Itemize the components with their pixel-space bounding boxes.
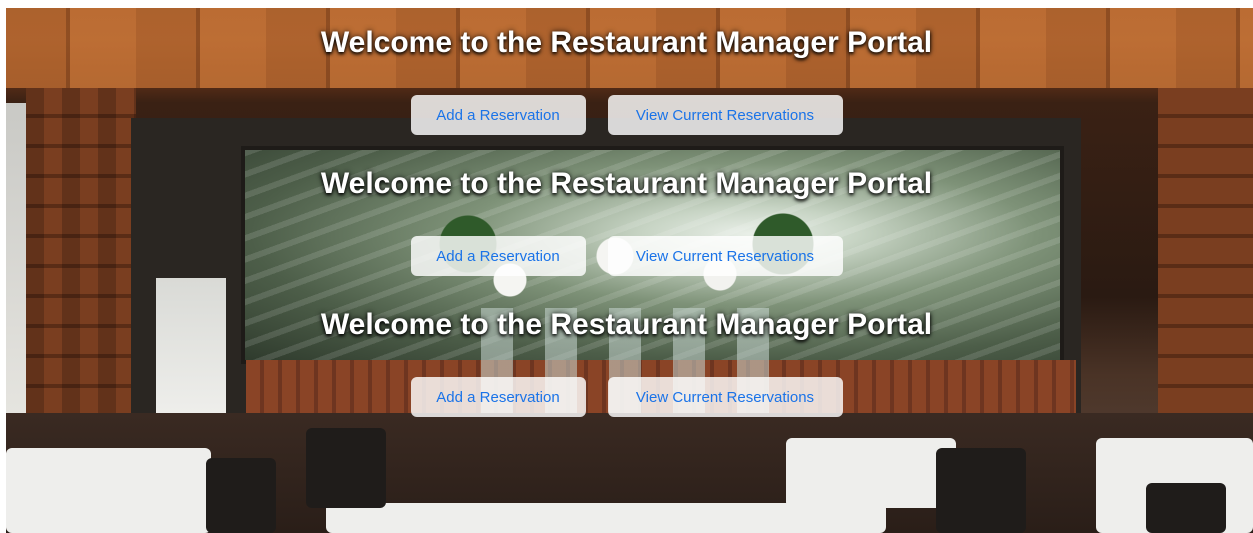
add-reservation-button[interactable]: Add a Reservation: [410, 95, 586, 135]
dining-table: [786, 438, 956, 508]
dining-chair: [306, 428, 386, 508]
view-reservations-button[interactable]: View Current Reservations: [607, 236, 843, 276]
action-buttons-3: Add a Reservation View Current Reservati…: [0, 377, 1253, 417]
dining-table: [6, 448, 211, 533]
welcome-section-2: Welcome to the Restaurant Manager Portal: [0, 167, 1253, 201]
action-buttons-2: Add a Reservation View Current Reservati…: [0, 236, 1253, 276]
page-title: Welcome to the Restaurant Manager Portal: [320, 26, 933, 59]
dining-chair: [936, 448, 1026, 533]
action-buttons-1: Add a Reservation View Current Reservati…: [0, 95, 1253, 135]
view-reservations-button[interactable]: View Current Reservations: [607, 95, 843, 135]
dining-chair: [1146, 483, 1226, 533]
welcome-section-3: Welcome to the Restaurant Manager Portal: [0, 308, 1253, 342]
welcome-section-1: Welcome to the Restaurant Manager Portal: [0, 26, 1253, 60]
page-title: Welcome to the Restaurant Manager Portal: [320, 308, 933, 341]
page-title: Welcome to the Restaurant Manager Portal: [320, 167, 933, 200]
add-reservation-button[interactable]: Add a Reservation: [410, 236, 586, 276]
dining-chair: [206, 458, 276, 533]
page: Welcome to the Restaurant Manager Portal…: [0, 0, 1253, 533]
view-reservations-button[interactable]: View Current Reservations: [607, 377, 843, 417]
add-reservation-button[interactable]: Add a Reservation: [410, 377, 586, 417]
